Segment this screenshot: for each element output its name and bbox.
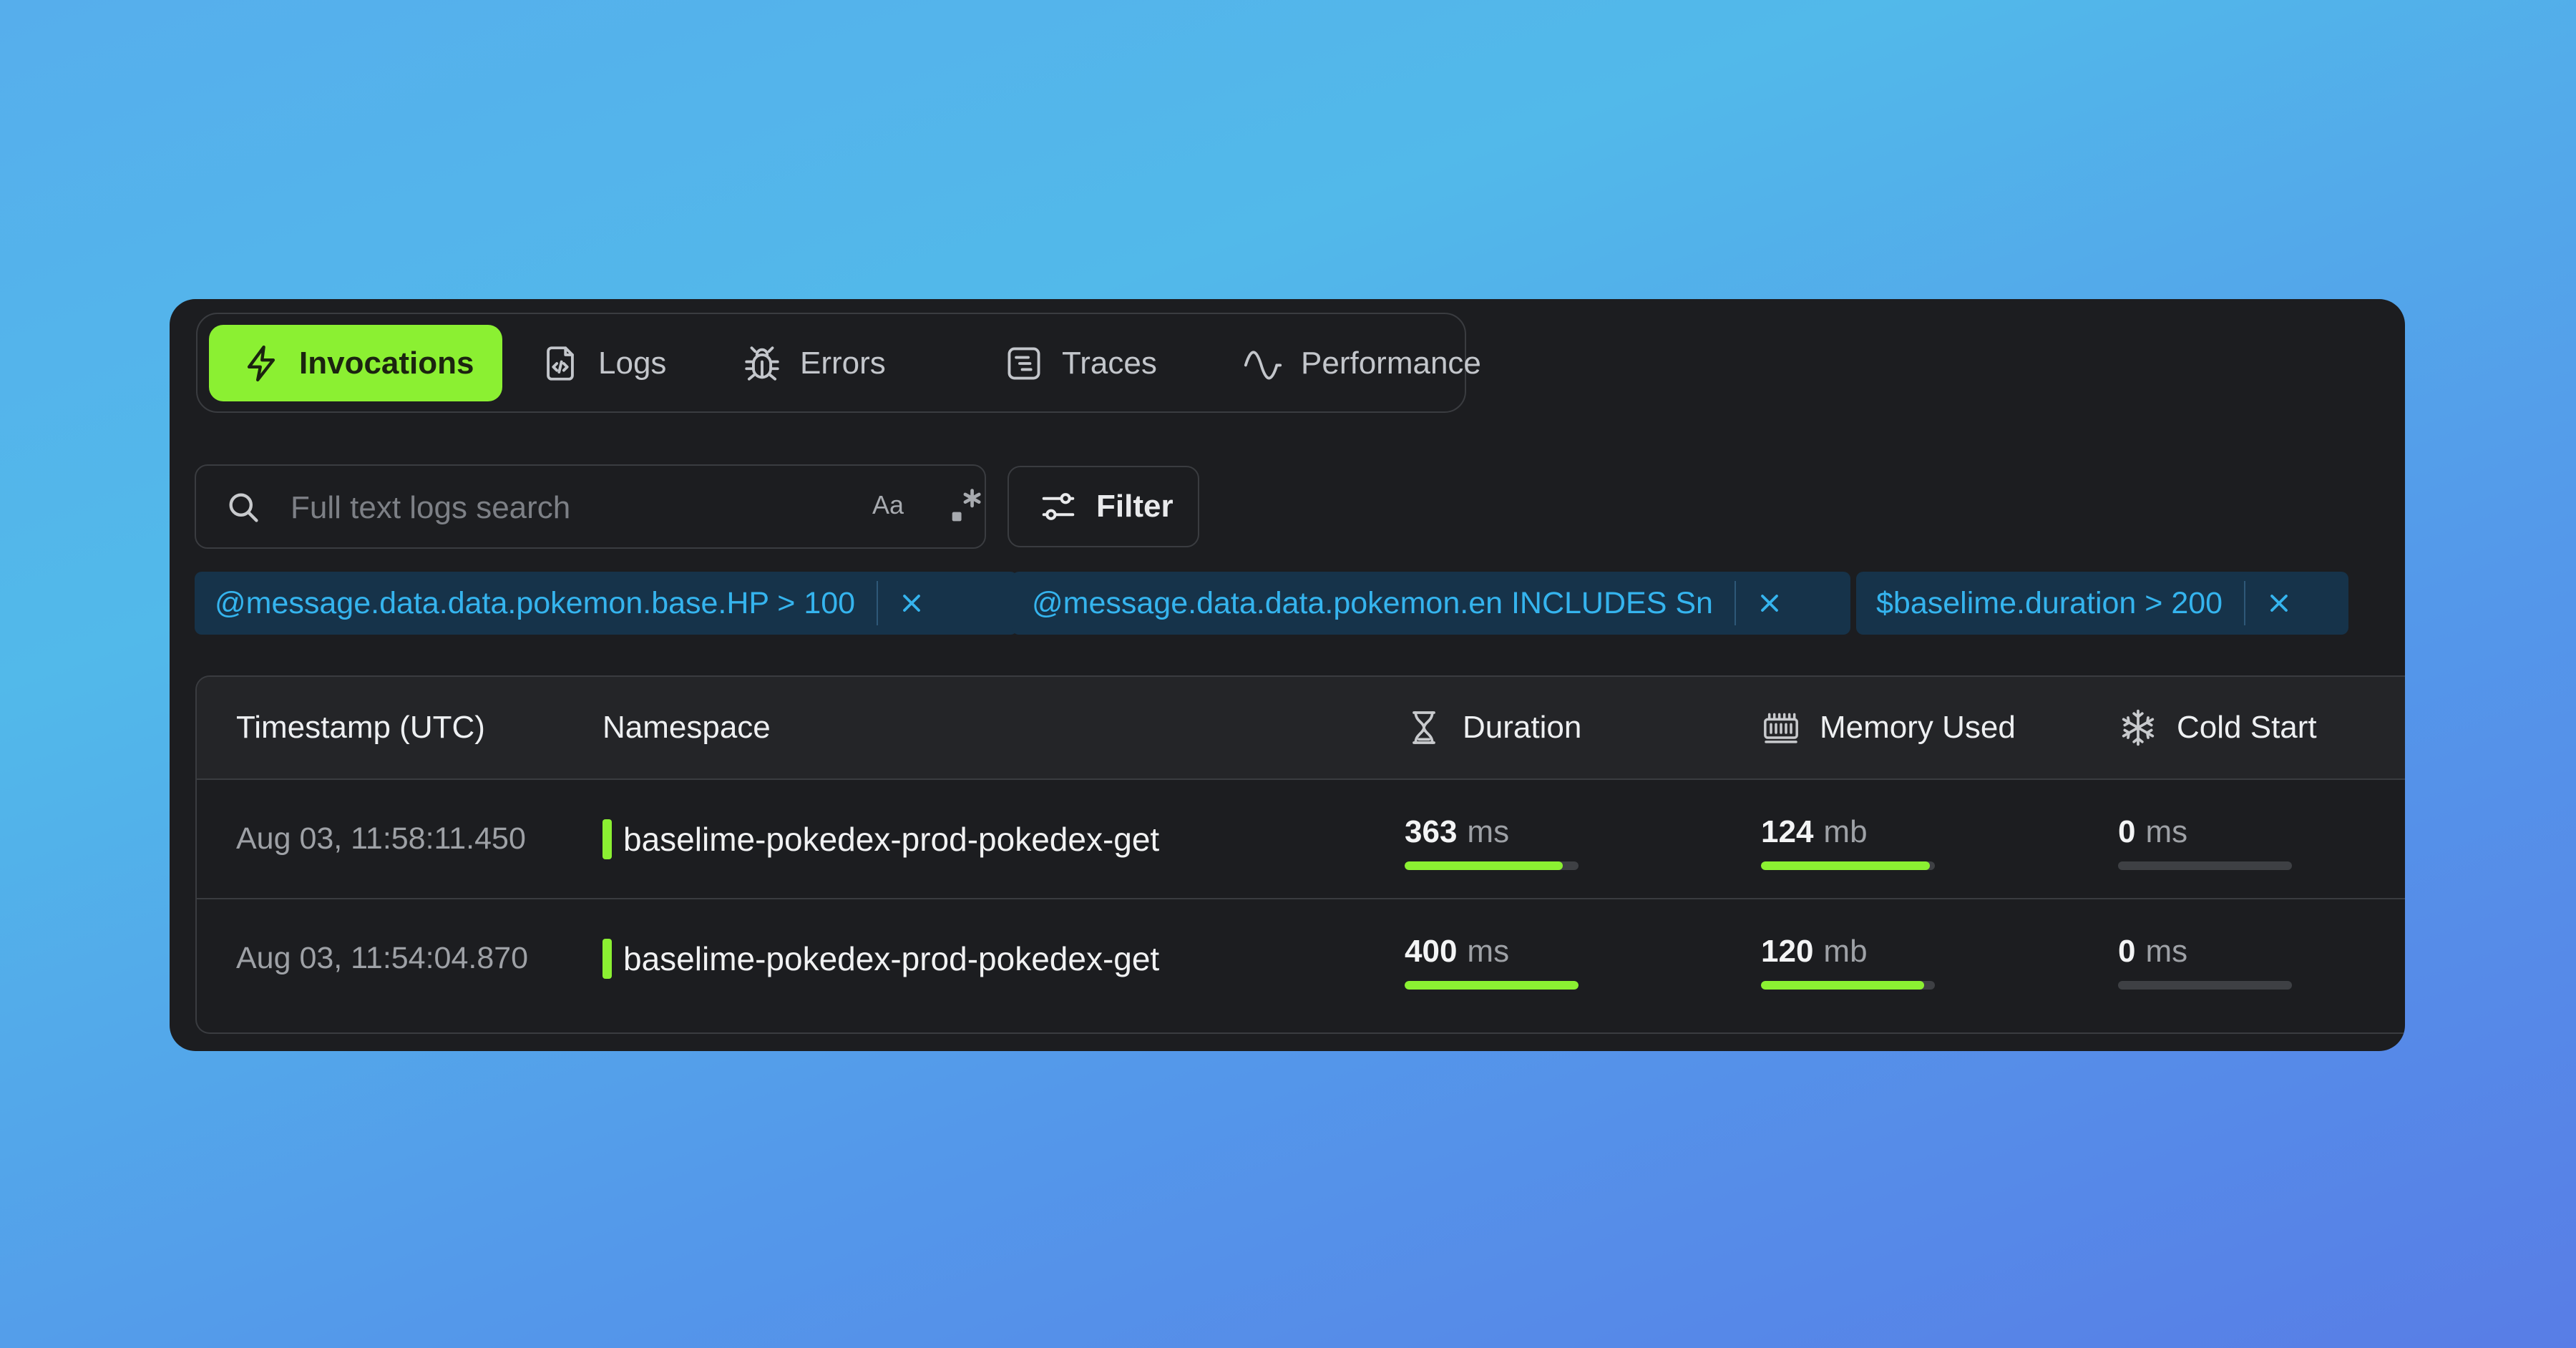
remove-filter-button[interactable] bbox=[878, 572, 945, 635]
duration-unit: ms bbox=[1467, 934, 1510, 969]
cold-start-unit: ms bbox=[2145, 814, 2188, 849]
close-icon bbox=[2270, 595, 2288, 612]
memory-unit: mb bbox=[1823, 814, 1868, 849]
memory-value: 120 bbox=[1761, 934, 1814, 969]
memory-metric: 124 mb bbox=[1761, 814, 1936, 870]
filter-chip: @message.data.data.pokemon.en INCLUDES S… bbox=[1012, 572, 1850, 635]
snowflake-icon bbox=[2122, 709, 2155, 746]
regex-icon[interactable] bbox=[947, 484, 985, 527]
wave-icon bbox=[1244, 350, 1282, 379]
search-box: Aa bbox=[195, 464, 986, 549]
tab-errors-label: Errors bbox=[800, 345, 886, 381]
bug-icon bbox=[745, 346, 779, 381]
close-icon bbox=[903, 595, 920, 612]
cold-start-bar bbox=[2118, 981, 2292, 990]
duration-bar bbox=[1405, 861, 1579, 870]
search-input[interactable] bbox=[289, 479, 807, 537]
column-header-namespace[interactable]: Namespace bbox=[602, 677, 771, 778]
tab-invocations[interactable]: Invocations bbox=[209, 325, 502, 401]
filter-chip-label[interactable]: @message.data.data.pokemon.base.HP > 100 bbox=[195, 586, 877, 621]
namespace-cell: baselime-pokedex-prod-pokedex-get bbox=[602, 780, 1159, 898]
namespace-label: baselime-pokedex-prod-pokedex-get bbox=[623, 820, 1160, 858]
memory-unit: mb bbox=[1823, 934, 1868, 969]
timestamp-cell: Aug 03, 11:54:04.870 bbox=[236, 941, 529, 975]
tab-logs-label: Logs bbox=[598, 345, 667, 381]
tab-traces[interactable]: Traces bbox=[1003, 325, 1157, 401]
status-indicator bbox=[602, 938, 612, 979]
cold-start-unit: ms bbox=[2145, 934, 2188, 969]
duration-value: 363 bbox=[1405, 814, 1458, 849]
cold-start-metric: 0 ms bbox=[2118, 814, 2293, 870]
filter-chip: $baselime.duration > 200 bbox=[1856, 572, 2348, 635]
cold-start-bar bbox=[2118, 861, 2292, 870]
memory-metric: 120 mb bbox=[1761, 934, 1936, 990]
column-header-label: Timestamp (UTC) bbox=[236, 710, 485, 745]
remove-filter-button[interactable] bbox=[1736, 572, 1803, 635]
tab-invocations-label: Invocations bbox=[299, 345, 474, 381]
tab-traces-label: Traces bbox=[1062, 345, 1157, 381]
invocations-table: Timestamp (UTC) Namespace Duration Memor… bbox=[195, 675, 2405, 1034]
duration-bar bbox=[1405, 981, 1579, 990]
memory-bar bbox=[1761, 981, 1935, 990]
column-header-cold-start[interactable]: Cold Start bbox=[2118, 677, 2317, 778]
cold-start-value: 0 bbox=[2118, 814, 2136, 849]
column-header-duration[interactable]: Duration bbox=[1404, 677, 1581, 778]
namespace-cell: baselime-pokedex-prod-pokedex-get bbox=[602, 899, 1159, 1017]
match-case-toggle[interactable]: Aa bbox=[872, 490, 904, 520]
cold-start-metric: 0 ms bbox=[2118, 934, 2293, 990]
column-header-label: Duration bbox=[1463, 710, 1582, 745]
timestamp-cell: Aug 03, 11:58:11.450 bbox=[236, 821, 526, 856]
tab-logs[interactable]: Logs bbox=[540, 325, 666, 401]
column-header-memory[interactable]: Memory Used bbox=[1761, 677, 2016, 778]
hourglass-icon bbox=[1413, 711, 1435, 744]
tab-errors[interactable]: Errors bbox=[741, 325, 886, 401]
duration-unit: ms bbox=[1467, 814, 1510, 849]
remove-filter-button[interactable] bbox=[2245, 572, 2313, 635]
table-row[interactable]: Aug 03, 11:54:04.870 baselime-pokedex-pr… bbox=[197, 899, 2405, 1019]
duration-bar-fill bbox=[1405, 861, 1563, 870]
table-row[interactable]: Aug 03, 11:58:11.450 baselime-pokedex-pr… bbox=[197, 780, 2405, 899]
column-header-label: Cold Start bbox=[2177, 710, 2317, 745]
cold-start-value: 0 bbox=[2118, 934, 2136, 969]
table-header: Timestamp (UTC) Namespace Duration Memor… bbox=[197, 677, 2405, 780]
tab-performance[interactable]: Performance bbox=[1242, 325, 1481, 401]
memory-bar bbox=[1761, 861, 1935, 870]
duration-bar-fill bbox=[1405, 981, 1579, 990]
memory-value: 124 bbox=[1761, 814, 1814, 849]
sliders-icon bbox=[1042, 493, 1075, 520]
duration-value: 400 bbox=[1405, 934, 1458, 969]
filter-chip-label[interactable]: @message.data.data.pokemon.en INCLUDES S… bbox=[1012, 586, 1735, 621]
column-header-label: Namespace bbox=[602, 710, 771, 745]
traces-icon bbox=[1008, 347, 1040, 379]
memory-bar-fill bbox=[1761, 981, 1925, 990]
close-icon bbox=[1761, 595, 1778, 612]
duration-metric: 363 ms bbox=[1405, 814, 1580, 870]
filter-chip: @message.data.data.pokemon.base.HP > 100 bbox=[195, 572, 1018, 635]
status-indicator bbox=[602, 819, 612, 859]
column-header-timestamp[interactable]: Timestamp (UTC) bbox=[236, 677, 485, 778]
duration-metric: 400 ms bbox=[1405, 934, 1580, 990]
tab-performance-label: Performance bbox=[1301, 345, 1481, 381]
code-file-icon bbox=[547, 346, 574, 381]
memory-chip-icon bbox=[1764, 713, 1798, 743]
memory-bar-fill bbox=[1761, 861, 1930, 870]
filter-button[interactable]: Filter bbox=[1008, 466, 1199, 547]
search-icon bbox=[229, 493, 258, 522]
column-header-label: Memory Used bbox=[1820, 710, 2016, 745]
lightning-icon bbox=[247, 345, 275, 381]
invocations-panel: Invocations Logs Errors Traces Performan… bbox=[170, 299, 2405, 1051]
filter-chip-label[interactable]: $baselime.duration > 200 bbox=[1856, 586, 2244, 621]
namespace-label: baselime-pokedex-prod-pokedex-get bbox=[623, 939, 1160, 977]
filter-button-label: Filter bbox=[1096, 489, 1174, 524]
tab-bar: Invocations Logs Errors Traces Performan… bbox=[196, 313, 1481, 413]
